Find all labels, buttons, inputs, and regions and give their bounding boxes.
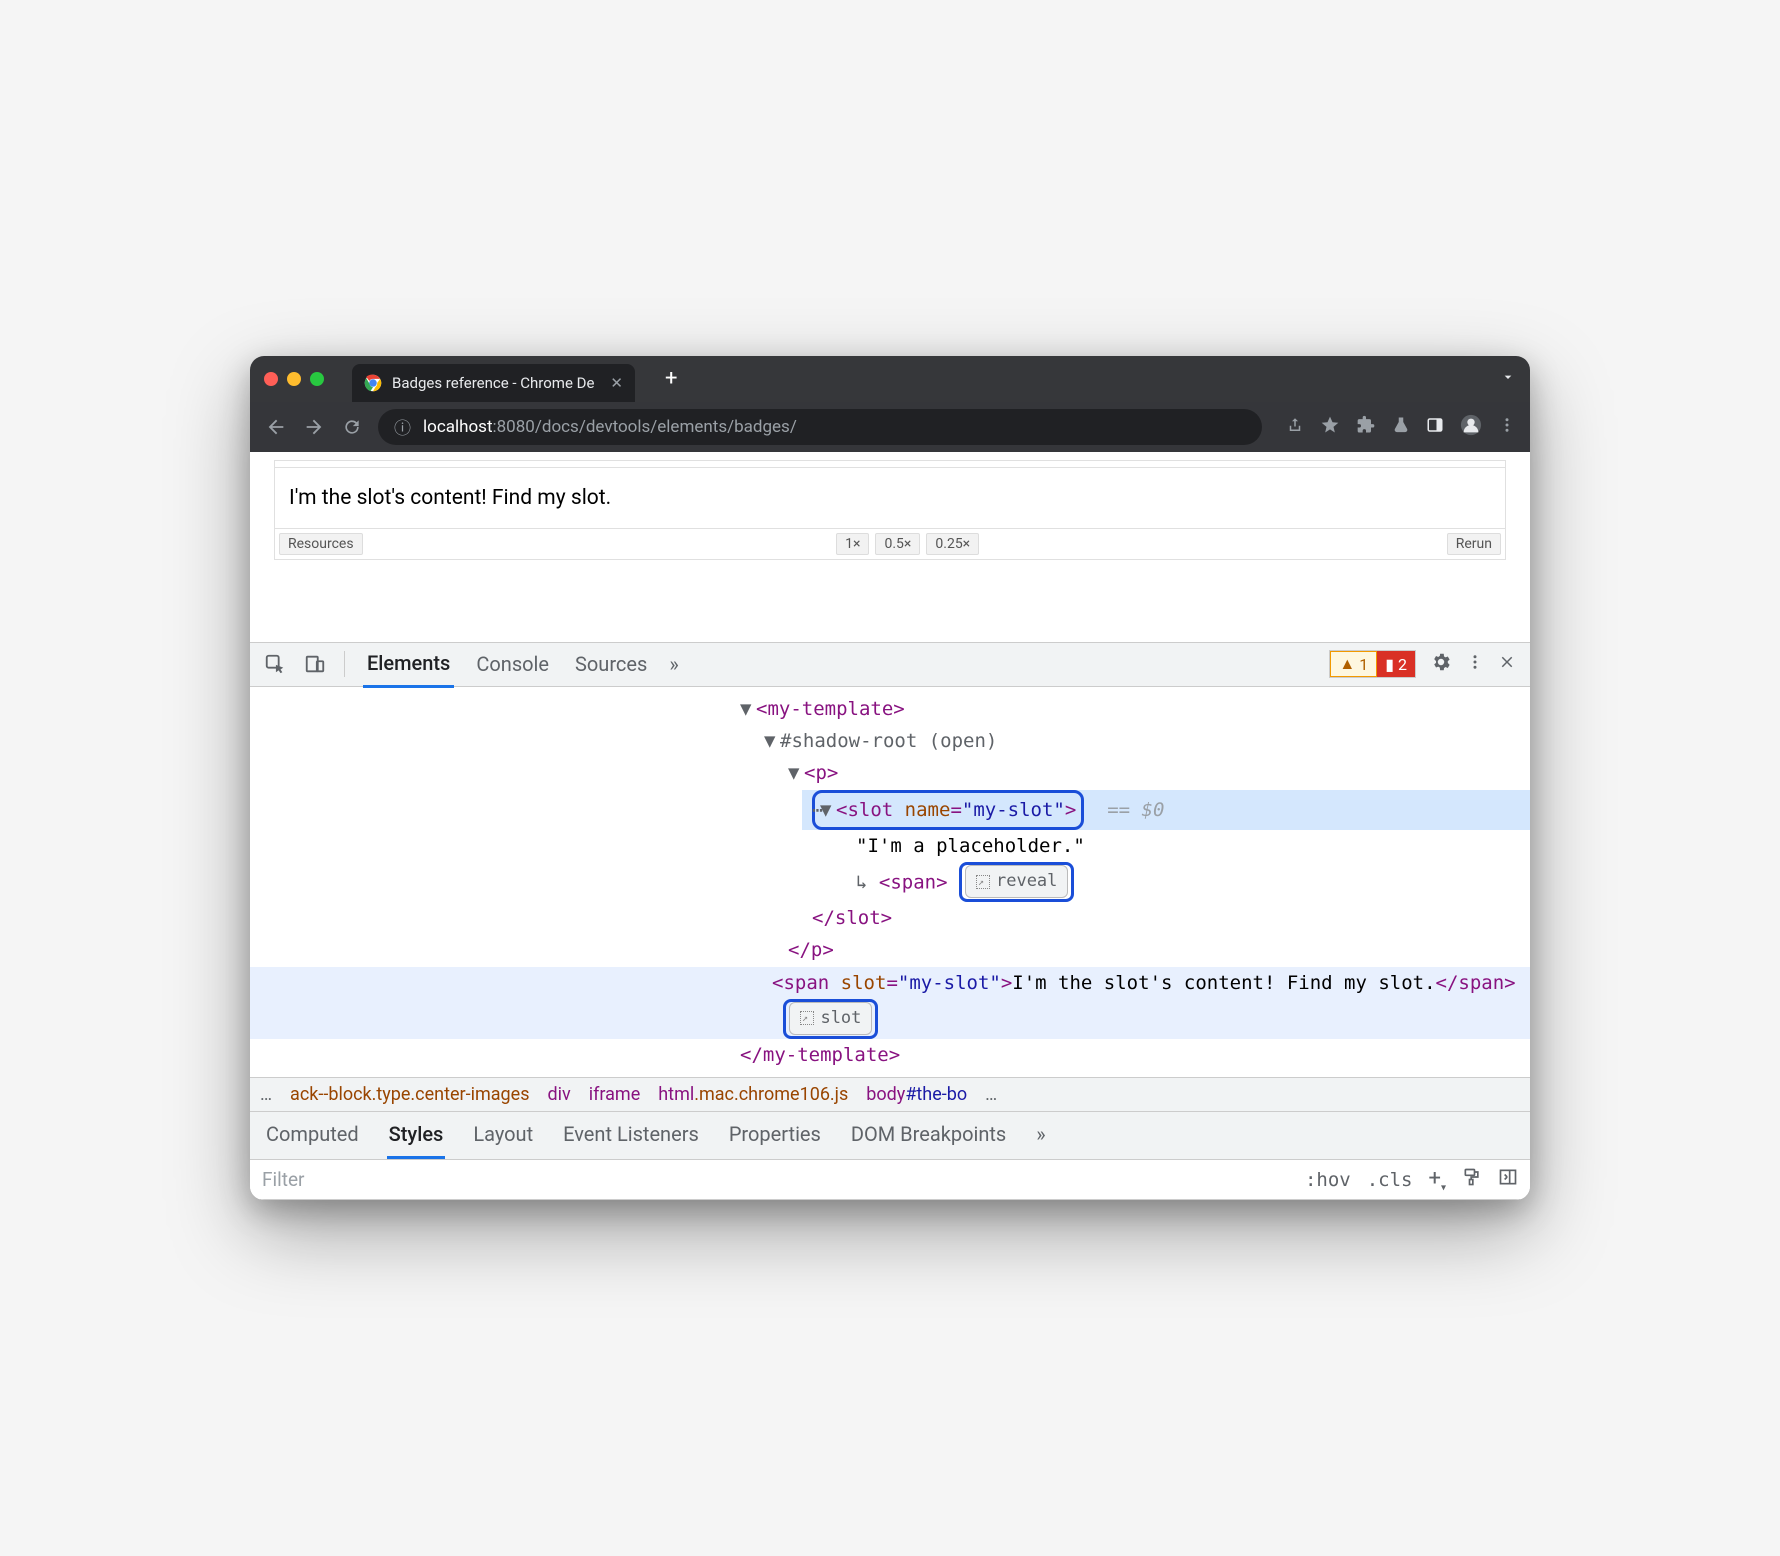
- chrome-favicon-icon: [364, 374, 382, 392]
- browser-tab[interactable]: Badges reference - Chrome De ✕: [352, 364, 635, 402]
- subtab-layout[interactable]: Layout: [471, 1112, 535, 1159]
- dom-my-template-close[interactable]: </my-template>: [730, 1039, 1530, 1071]
- demo-text: I'm the slot's content! Find my slot.: [275, 467, 1505, 529]
- close-window-button[interactable]: [264, 372, 278, 386]
- toggle-sidebar-icon[interactable]: [1498, 1167, 1518, 1192]
- subtab-computed[interactable]: Computed: [264, 1112, 361, 1159]
- dom-p-close[interactable]: </p>: [778, 934, 1530, 966]
- maximize-window-button[interactable]: [310, 372, 324, 386]
- dom-my-template-open[interactable]: ▼<my-template>: [730, 693, 1530, 725]
- subtab-styles[interactable]: Styles: [387, 1112, 446, 1159]
- address-bar: ⓘ localhost:8080/docs/devtools/elements/…: [250, 402, 1530, 452]
- url-port: :8080: [493, 417, 535, 437]
- dom-tree[interactable]: ▼<my-template> ▼#shadow-root (open) ▼<p>…: [250, 687, 1530, 1077]
- close-devtools-icon[interactable]: [1498, 652, 1516, 676]
- cls-toggle[interactable]: .cls: [1367, 1169, 1413, 1191]
- dom-slot-close[interactable]: </slot>: [802, 902, 1530, 934]
- dom-p-open[interactable]: ▼<p>: [778, 757, 1530, 789]
- new-style-rule-icon[interactable]: +▾: [1428, 1166, 1446, 1193]
- filter-input[interactable]: Filter: [262, 1168, 1289, 1191]
- titlebar: Badges reference - Chrome De ✕ +: [250, 356, 1530, 402]
- url-host: localhost: [423, 417, 493, 437]
- browser-window: Badges reference - Chrome De ✕ + ⓘ local…: [250, 356, 1530, 1201]
- slot-icon: [800, 1011, 814, 1025]
- errors-badge[interactable]: ▮ 2: [1377, 651, 1415, 677]
- bookmark-star-icon[interactable]: [1320, 415, 1340, 439]
- forward-button[interactable]: [302, 416, 326, 438]
- warnings-badge[interactable]: ▲ 1: [1330, 651, 1377, 677]
- back-button[interactable]: [264, 416, 288, 438]
- highlight-ring: reveal: [959, 862, 1074, 902]
- slot-badge[interactable]: slot: [789, 1002, 872, 1035]
- extensions-icon[interactable]: [1356, 415, 1376, 439]
- crumb-body-id[interactable]: #the-bo: [905, 1084, 967, 1105]
- rerun-button[interactable]: Rerun: [1447, 533, 1501, 555]
- dom-shadow-root[interactable]: ▼#shadow-root (open): [754, 725, 1530, 757]
- breadcrumb[interactable]: … ack--block.type.center-images div ifra…: [250, 1077, 1530, 1112]
- crumb-html[interactable]: html: [658, 1084, 694, 1105]
- subtab-properties[interactable]: Properties: [727, 1112, 823, 1159]
- crumb-iframe[interactable]: iframe: [589, 1084, 641, 1105]
- device-toggle-icon[interactable]: [304, 653, 326, 675]
- panel-icon[interactable]: [1426, 416, 1444, 438]
- crumb-body[interactable]: body: [866, 1084, 905, 1105]
- tab-sources[interactable]: Sources: [571, 642, 651, 686]
- reveal-badge[interactable]: reveal: [965, 865, 1068, 898]
- tab-dropdown-icon[interactable]: [1500, 369, 1516, 389]
- crumb-class[interactable]: ack--block.type.center-images: [290, 1084, 529, 1105]
- crumb-div[interactable]: div: [548, 1084, 571, 1105]
- more-tabs-icon[interactable]: »: [669, 652, 678, 676]
- zoom-1x-button[interactable]: 1×: [836, 533, 869, 555]
- traffic-lights: [264, 372, 324, 386]
- overflow-left[interactable]: …: [260, 1084, 272, 1105]
- minimize-window-button[interactable]: [287, 372, 301, 386]
- hov-toggle[interactable]: :hov: [1305, 1169, 1351, 1191]
- toolbar-icons: [1286, 414, 1516, 440]
- demo-frame: I'm the slot's content! Find my slot. Re…: [274, 460, 1506, 560]
- zoom-025x-button[interactable]: 0.25×: [926, 533, 979, 555]
- subtab-event-listeners[interactable]: Event Listeners: [561, 1112, 701, 1159]
- dom-placeholder-text[interactable]: "I'm a placeholder.": [846, 830, 1530, 862]
- new-tab-button[interactable]: +: [665, 366, 677, 391]
- settings-gear-icon[interactable]: [1430, 651, 1452, 678]
- paint-icon[interactable]: [1462, 1167, 1482, 1192]
- url-input[interactable]: ⓘ localhost:8080/docs/devtools/elements/…: [378, 409, 1262, 445]
- tab-title: Badges reference - Chrome De: [392, 374, 594, 392]
- labs-icon[interactable]: [1392, 416, 1410, 438]
- demo-controls: Resources 1× 0.5× 0.25× Rerun: [275, 529, 1505, 559]
- issues-badges[interactable]: ▲ 1 ▮ 2: [1329, 650, 1416, 678]
- share-icon[interactable]: [1286, 416, 1304, 438]
- highlight-ring: slot: [783, 999, 878, 1039]
- overflow-right[interactable]: …: [985, 1084, 997, 1105]
- devtools-toolbar: Elements Console Sources » ▲ 1 ▮ 2: [250, 643, 1530, 687]
- kebab-menu-icon[interactable]: [1466, 652, 1484, 676]
- inspect-element-icon[interactable]: [264, 653, 286, 675]
- site-info-icon[interactable]: ⓘ: [394, 414, 411, 439]
- zoom-05x-button[interactable]: 0.5×: [875, 533, 920, 555]
- tab-elements[interactable]: Elements: [363, 641, 454, 688]
- devtools-panel: Elements Console Sources » ▲ 1 ▮ 2 ▼<my-…: [250, 642, 1530, 1201]
- crumb-html-classes[interactable]: .mac.chrome106.js: [694, 1084, 848, 1105]
- resources-button[interactable]: Resources: [279, 533, 363, 555]
- highlight-ring: ▼<slot name="my-slot">: [812, 790, 1084, 830]
- dom-span-reveal[interactable]: ↳ <span> reveal: [846, 862, 1530, 902]
- reload-button[interactable]: [340, 417, 364, 437]
- more-subtabs-icon[interactable]: »: [1034, 1112, 1047, 1159]
- tab-console[interactable]: Console: [472, 642, 553, 686]
- reveal-icon: [976, 875, 990, 889]
- styles-filter-bar: Filter :hov .cls +▾: [250, 1160, 1530, 1200]
- styles-subtabs: Computed Styles Layout Event Listeners P…: [250, 1112, 1530, 1160]
- url-path: /docs/devtools/elements/badges/: [535, 417, 797, 437]
- separator: [344, 651, 345, 677]
- dom-slot-open[interactable]: ▼<slot name="my-slot"> == $0: [802, 790, 1530, 830]
- page-viewport: I'm the slot's content! Find my slot. Re…: [250, 452, 1530, 642]
- subtab-dom-breakpoints[interactable]: DOM Breakpoints: [849, 1112, 1008, 1159]
- profile-icon[interactable]: [1460, 414, 1482, 440]
- close-tab-icon[interactable]: ✕: [610, 374, 623, 392]
- kebab-menu-icon[interactable]: [1498, 416, 1516, 438]
- dom-span-slot-content[interactable]: <span slot="my-slot">I'm the slot's cont…: [250, 967, 1530, 1039]
